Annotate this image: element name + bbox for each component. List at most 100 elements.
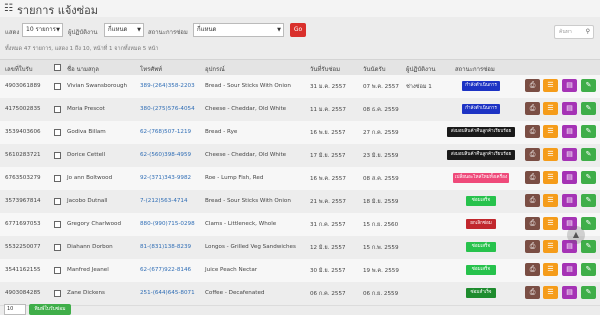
list-button[interactable]: ☰ <box>543 194 558 207</box>
list-button[interactable]: ☰ <box>543 217 558 230</box>
edit-icon: ✎ <box>585 127 592 135</box>
edit-button[interactable]: ✎ <box>581 194 596 207</box>
list-button[interactable]: ☰ <box>543 240 558 253</box>
cell-phone[interactable]: 62-(677)922-8146 <box>140 267 191 273</box>
list-button[interactable]: ☰ <box>543 125 558 138</box>
printer-button[interactable]: ⎙ <box>525 102 540 115</box>
printer-button[interactable]: ⎙ <box>525 217 540 230</box>
document-button[interactable]: ▤ <box>562 125 577 138</box>
document-button[interactable]: ▤ <box>562 194 577 207</box>
scroll-up-icon[interactable]: ▲ <box>567 226 585 244</box>
cell-name: Jo ann Boltwood <box>67 175 113 181</box>
cell-receipt: 3573967814 <box>5 198 41 204</box>
row-checkbox[interactable] <box>54 221 61 228</box>
row-checkbox[interactable] <box>54 244 61 251</box>
printer-button[interactable]: ⎙ <box>525 194 540 207</box>
cell-receipt: 6763503279 <box>5 175 41 181</box>
edit-button[interactable]: ✎ <box>581 148 596 161</box>
edit-button[interactable]: ✎ <box>581 217 596 230</box>
edit-button[interactable]: ✎ <box>581 240 596 253</box>
col-name[interactable]: ชื่อ นามสกุล <box>67 64 99 74</box>
cell-phone[interactable]: 92-(371)343-9982 <box>140 175 191 181</box>
edit-icon: ✎ <box>585 242 592 250</box>
row-checkbox[interactable] <box>54 267 61 274</box>
cell-phone[interactable]: 62-(560)398-4959 <box>140 152 191 158</box>
document-button[interactable]: ▤ <box>562 102 577 115</box>
chevron-down-icon: ▼ <box>56 27 60 33</box>
printer-button[interactable]: ⎙ <box>525 263 540 276</box>
row-checkbox[interactable] <box>54 152 61 159</box>
row-checkbox[interactable] <box>54 106 61 113</box>
cell-due-date: 27 ก.ค. 2559 <box>363 130 399 136</box>
cell-due-date: 19 พ.ค. 2559 <box>363 268 399 274</box>
status-select[interactable]: กี่แหนด ▼ <box>193 23 284 37</box>
document-button[interactable]: ▤ <box>562 148 577 161</box>
document-button[interactable]: ▤ <box>562 263 577 276</box>
list-icon: ☰ <box>547 173 554 181</box>
cell-device: Cheese - Cheddar, Old White <box>205 106 287 112</box>
col-repair-date[interactable]: วันที่รับซ่อม <box>310 64 340 74</box>
document-button[interactable]: ▤ <box>562 171 577 184</box>
row-checkbox[interactable] <box>54 175 61 182</box>
cell-phone[interactable]: 380-(275)576-4054 <box>140 106 195 112</box>
cell-device: Bread - Sour Sticks With Onion <box>205 83 291 89</box>
cell-phone[interactable]: 7-(212)563-4714 <box>140 198 188 204</box>
printer-icon: ⎙ <box>529 288 536 296</box>
document-button[interactable]: ▤ <box>562 286 577 299</box>
list-icon: ☰ <box>547 150 554 158</box>
col-operator[interactable]: ผู้ปฏิบัติงาน <box>406 64 435 74</box>
list-button[interactable]: ☰ <box>543 286 558 299</box>
row-checkbox[interactable] <box>54 290 61 297</box>
edit-button[interactable]: ✎ <box>581 171 596 184</box>
col-phone[interactable]: โทรศัพท์ <box>140 64 162 74</box>
list-button[interactable]: ☰ <box>543 263 558 276</box>
owner-select[interactable]: กี่แหนด ▼ <box>104 23 144 37</box>
printer-icon: ⎙ <box>529 196 536 204</box>
row-checkbox[interactable] <box>54 198 61 205</box>
list-icon: ☰ <box>547 265 554 273</box>
cell-phone[interactable]: 81-(831)138-8239 <box>140 244 191 250</box>
printer-icon: ⎙ <box>529 150 536 158</box>
printer-button[interactable]: ⎙ <box>525 125 540 138</box>
cell-phone[interactable]: 251-(644)645-8071 <box>140 290 195 296</box>
printer-button[interactable]: ⎙ <box>525 79 540 92</box>
cell-receipt: 6771697053 <box>5 221 41 227</box>
list-button[interactable]: ☰ <box>543 102 558 115</box>
table-row: 4903061889 Vivian Swansborough 389-(264)35… <box>0 75 600 99</box>
col-status[interactable]: สถานะการซ่อม <box>455 64 495 74</box>
printer-button[interactable]: ⎙ <box>525 286 540 299</box>
list-icon: ☰ <box>547 219 554 227</box>
document-icon: ▤ <box>566 127 573 135</box>
list-button[interactable]: ☰ <box>543 148 558 161</box>
edit-button[interactable]: ✎ <box>581 102 596 115</box>
list-button[interactable]: ☰ <box>543 171 558 184</box>
document-button[interactable]: ▤ <box>562 79 577 92</box>
print-receipt-button[interactable]: พิมพ์ใบรับซ่อม <box>29 304 71 315</box>
row-checkbox[interactable] <box>54 83 61 90</box>
search-icon[interactable]: ⚲ <box>586 26 590 38</box>
printer-button[interactable]: ⎙ <box>525 148 540 161</box>
edit-button[interactable]: ✎ <box>581 286 596 299</box>
cell-receipt: 5532250077 <box>5 244 41 250</box>
edit-button[interactable]: ✎ <box>581 79 596 92</box>
cell-phone[interactable]: 389-(264)358-2203 <box>140 83 195 89</box>
go-button[interactable]: Go <box>290 23 306 37</box>
status-badge: ส่งมอบสินค้าคืนลูกค้าเรียบร้อย <box>447 127 515 137</box>
row-checkbox[interactable] <box>54 129 61 136</box>
col-device[interactable]: อุปกรณ์ <box>205 64 225 74</box>
col-due-date[interactable]: วันนัดรับ <box>363 64 386 74</box>
edit-button[interactable]: ✎ <box>581 125 596 138</box>
search-input[interactable]: ค้นหา ⚲ <box>554 25 594 39</box>
col-receipt[interactable]: เลขที่ใบรับ <box>5 64 33 74</box>
page-size-select[interactable]: 10 <box>4 304 26 315</box>
show-select[interactable]: 10 รายการ ▼ <box>22 23 63 37</box>
title-bar: ☷ รายการ แจ้งซ่อม <box>0 0 600 17</box>
table-row: 3541162155 Manfred Jeanel 62-(677)922-8146… <box>0 259 600 283</box>
select-all-checkbox[interactable] <box>54 64 61 71</box>
list-button[interactable]: ☰ <box>543 79 558 92</box>
cell-phone[interactable]: 62-(768)507-1219 <box>140 129 191 135</box>
cell-phone[interactable]: 880-(990)715-0298 <box>140 221 195 227</box>
printer-button[interactable]: ⎙ <box>525 240 540 253</box>
printer-button[interactable]: ⎙ <box>525 171 540 184</box>
edit-button[interactable]: ✎ <box>581 263 596 276</box>
